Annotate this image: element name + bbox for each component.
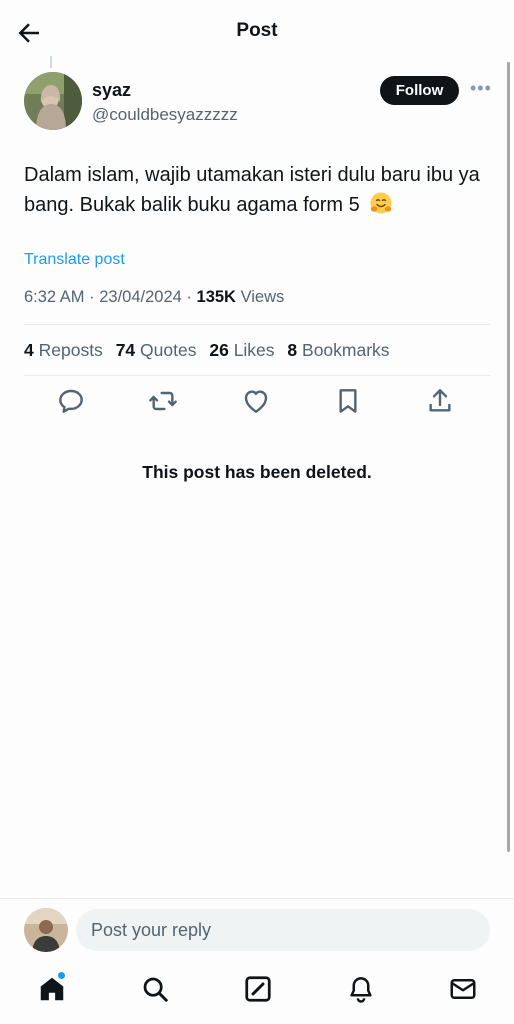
bookmark-icon[interactable] <box>332 385 364 417</box>
notifications-icon[interactable] <box>346 974 376 1004</box>
messages-icon[interactable] <box>448 974 478 1004</box>
top-bar: Post <box>0 0 514 62</box>
bookmarks-count: 8 <box>287 340 298 360</box>
translate-post-link[interactable]: Translate post <box>24 251 125 269</box>
author-avatar[interactable] <box>24 72 82 130</box>
post-actions <box>24 385 490 421</box>
reply-input[interactable]: Post your reply <box>76 909 490 951</box>
quotes-count: 74 <box>115 340 136 360</box>
post-text: Dalam islam, wajib utamakan isteri dulu … <box>24 160 494 220</box>
author-name[interactable]: syaz <box>92 80 131 101</box>
post-text-content: Dalam islam, wajib utamakan isteri dulu … <box>24 164 480 216</box>
likes-stat[interactable]: 26 Likes <box>209 340 274 360</box>
follow-button[interactable]: Follow <box>380 76 459 105</box>
more-options-icon[interactable]: ••• <box>470 79 491 97</box>
meta-separator: · <box>186 288 192 306</box>
thread-connector <box>50 56 52 68</box>
bookmarks-label: Bookmarks <box>302 340 390 360</box>
reply-icon[interactable] <box>55 385 87 417</box>
share-icon[interactable] <box>424 385 456 417</box>
reposts-stat[interactable]: 4 Reposts <box>24 340 103 360</box>
post-meta: 6:32 AM · 23/04/2024 · 135K Views <box>24 288 284 307</box>
post-stats: 4 Reposts 74 Quotes 26 Likes 8 Bookmarks <box>24 340 390 361</box>
bottom-tab-bar <box>0 962 514 1024</box>
quotes-stat[interactable]: 74 Quotes <box>116 340 197 360</box>
likes-count: 26 <box>209 340 229 360</box>
scrollbar[interactable] <box>507 62 510 852</box>
page-title: Post <box>236 20 278 41</box>
divider <box>24 375 490 376</box>
repost-icon[interactable] <box>147 385 179 417</box>
author-handle[interactable]: @couldbesyazzzzz <box>92 105 238 125</box>
like-icon[interactable] <box>240 385 272 417</box>
unread-dot <box>58 972 65 979</box>
post-time: 6:32 AM <box>24 288 85 306</box>
meta-separator: · <box>89 288 95 306</box>
likes-label: Likes <box>233 340 275 360</box>
reposts-label: Reposts <box>38 340 103 360</box>
grok-compose-icon[interactable] <box>243 974 273 1004</box>
user-avatar[interactable] <box>24 908 68 952</box>
views-count: 135K <box>196 288 236 306</box>
search-icon[interactable] <box>140 974 170 1004</box>
deleted-post-notice: This post has been deleted. <box>142 462 372 482</box>
bookmarks-stat[interactable]: 8 Bookmarks <box>287 340 389 360</box>
post-date: 23/04/2024 <box>99 288 182 306</box>
divider <box>24 324 490 325</box>
views-label: Views <box>240 288 285 306</box>
quotes-label: Quotes <box>140 340 197 360</box>
reposts-count: 4 <box>24 340 34 360</box>
smiling-hugging-face-emoji <box>370 192 392 214</box>
